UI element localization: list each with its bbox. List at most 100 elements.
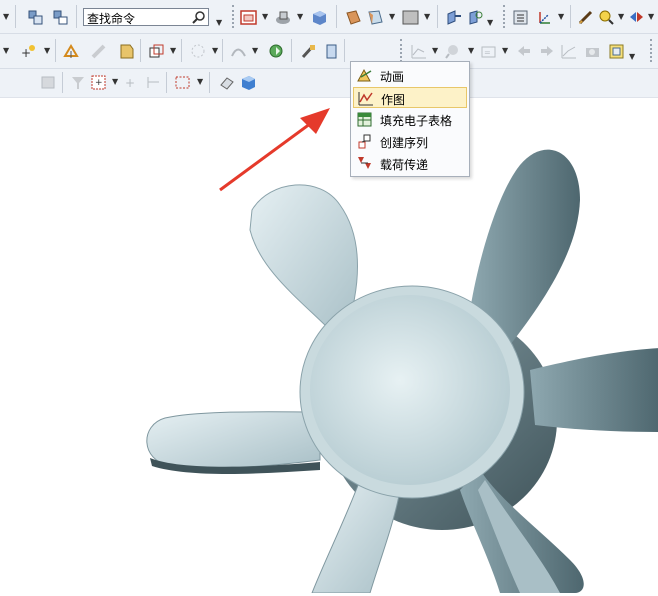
axis-select-icon[interactable]: + xyxy=(90,74,107,91)
separator xyxy=(76,5,77,28)
blade-right xyxy=(530,348,658,432)
dropdown-arrow-icon: ▼ xyxy=(212,46,219,55)
blade-left xyxy=(146,411,321,469)
parameter-icon: = xyxy=(481,46,496,58)
menu-item-plot[interactable]: 作图 xyxy=(353,87,467,108)
eraser-icon[interactable] xyxy=(218,74,235,91)
separator xyxy=(437,5,438,28)
copy-icon[interactable] xyxy=(148,43,165,60)
menu-item-create-sequence[interactable]: 创建序列 xyxy=(353,131,467,152)
box-select-icon[interactable] xyxy=(174,74,191,91)
separator xyxy=(222,39,223,62)
sketch-icon[interactable] xyxy=(577,9,594,26)
assembly-icon[interactable] xyxy=(52,9,69,26)
toolbar-grip[interactable] xyxy=(503,5,507,28)
dropdown-arrow-icon: ▼ xyxy=(252,46,259,55)
layer-icon[interactable] xyxy=(608,43,625,60)
menu-item-label: 作图 xyxy=(381,93,406,107)
dropdown-arrow-icon[interactable]: ▼ xyxy=(197,77,203,86)
dropdown-arrow-icon[interactable]: ▼ xyxy=(262,12,268,21)
point-select-icon: + xyxy=(125,76,135,90)
dropdown-arrow-icon[interactable]: ▼ xyxy=(170,46,176,55)
dropdown-arrow-icon[interactable]: ▼ xyxy=(389,12,395,21)
search-icon[interactable] xyxy=(192,10,206,24)
hub-face xyxy=(310,295,510,485)
separator xyxy=(181,39,182,62)
measure-icon[interactable] xyxy=(300,43,317,60)
analysis-icon xyxy=(411,45,426,59)
toolbar-grip[interactable] xyxy=(650,39,654,62)
separator xyxy=(166,72,167,93)
dropdown-arrow-icon[interactable]: ▼ xyxy=(648,12,654,21)
hierarchy-icon xyxy=(147,77,159,88)
display-style-icon[interactable] xyxy=(402,9,419,26)
datum-plane-icon[interactable] xyxy=(345,9,362,26)
separator xyxy=(344,39,345,62)
dropdown-arrow-icon[interactable]: ▼ xyxy=(3,46,9,55)
extrude-icon[interactable] xyxy=(445,9,462,26)
select-filter-icon xyxy=(72,77,84,89)
plot-icon xyxy=(358,92,373,106)
dropdown-arrow-icon[interactable]: ▼ xyxy=(297,12,303,21)
sensitivity-icon xyxy=(445,45,458,59)
separator xyxy=(15,5,16,28)
shading-icon[interactable] xyxy=(311,9,328,26)
plot-dropdown-menu: 动画 作图 填充电子表格 创建序列 载荷传递 xyxy=(350,61,470,177)
menu-item-animation[interactable]: 动画 xyxy=(353,65,467,86)
toolbar-row-3: ▼ + ▼ + ▼ xyxy=(0,69,658,160)
separator xyxy=(62,72,63,93)
menu-item-fill-spreadsheet[interactable]: 填充电子表格 xyxy=(353,109,467,130)
dropdown-arrow-icon[interactable]: ▼ xyxy=(558,12,564,21)
dropdown-arrow-icon[interactable]: ▼ xyxy=(618,12,624,21)
dropdown-arrow-icon: ▼ xyxy=(432,46,439,55)
separator xyxy=(140,39,141,62)
mirror-icon[interactable] xyxy=(628,9,645,26)
orient-icon[interactable] xyxy=(275,9,292,26)
part-icon[interactable] xyxy=(27,9,44,26)
dropdown-arrow-icon[interactable]: ▼ xyxy=(487,18,493,27)
spreadsheet-icon xyxy=(357,112,372,127)
revolve-icon[interactable] xyxy=(466,9,483,26)
dropdown-arrow-icon: ▼ xyxy=(502,46,509,55)
model-tree-icon[interactable] xyxy=(512,9,529,26)
round-icon xyxy=(91,44,106,59)
dropdown-arrow-icon[interactable]: ▼ xyxy=(216,18,222,27)
notebook-icon[interactable] xyxy=(323,43,340,60)
datum-point-icon[interactable]: + xyxy=(20,43,37,60)
menu-item-label: 载荷传递 xyxy=(380,158,429,172)
dropdown-arrow-icon[interactable]: ▼ xyxy=(629,52,635,61)
svg-text:+: + xyxy=(95,78,103,88)
menu-item-label: 创建序列 xyxy=(380,136,429,150)
menu-item-label: 填充电子表格 xyxy=(380,114,453,128)
sketch-tool-icon[interactable] xyxy=(63,43,80,60)
separator xyxy=(570,5,571,28)
search-tool-icon[interactable] xyxy=(598,9,615,26)
chamfer-icon[interactable] xyxy=(118,43,135,60)
dropdown-arrow-icon[interactable]: ▼ xyxy=(112,77,118,86)
graph-icon xyxy=(561,45,576,59)
dropdown-arrow-icon[interactable]: ▼ xyxy=(3,12,9,21)
separator xyxy=(336,5,337,28)
load-transfer-icon xyxy=(358,157,371,169)
pattern-icon xyxy=(191,44,205,58)
menu-item-load-transfer[interactable]: 载荷传递 xyxy=(353,153,467,174)
toolbar-grip[interactable] xyxy=(232,5,236,28)
cube-icon[interactable] xyxy=(240,74,257,91)
separator xyxy=(55,39,56,62)
separator xyxy=(291,39,292,62)
svg-text:+: + xyxy=(125,76,135,90)
fan-model xyxy=(146,149,658,594)
search-placeholder: 查找命令 xyxy=(87,12,136,26)
blade-lower-left xyxy=(311,479,401,594)
search-input[interactable]: 查找命令 xyxy=(83,8,209,26)
datum-display-icon[interactable] xyxy=(367,9,384,26)
model-viewport[interactable] xyxy=(0,98,658,594)
create-sequence-icon xyxy=(358,134,371,149)
regenerate-icon[interactable] xyxy=(268,43,285,60)
coordinate-system-icon[interactable] xyxy=(536,9,553,26)
window-icon[interactable] xyxy=(240,9,257,26)
separator xyxy=(209,72,210,93)
toolbar-grip[interactable] xyxy=(400,39,404,62)
dropdown-arrow-icon[interactable]: ▼ xyxy=(424,12,430,21)
dropdown-arrow-icon[interactable]: ▼ xyxy=(44,46,50,55)
